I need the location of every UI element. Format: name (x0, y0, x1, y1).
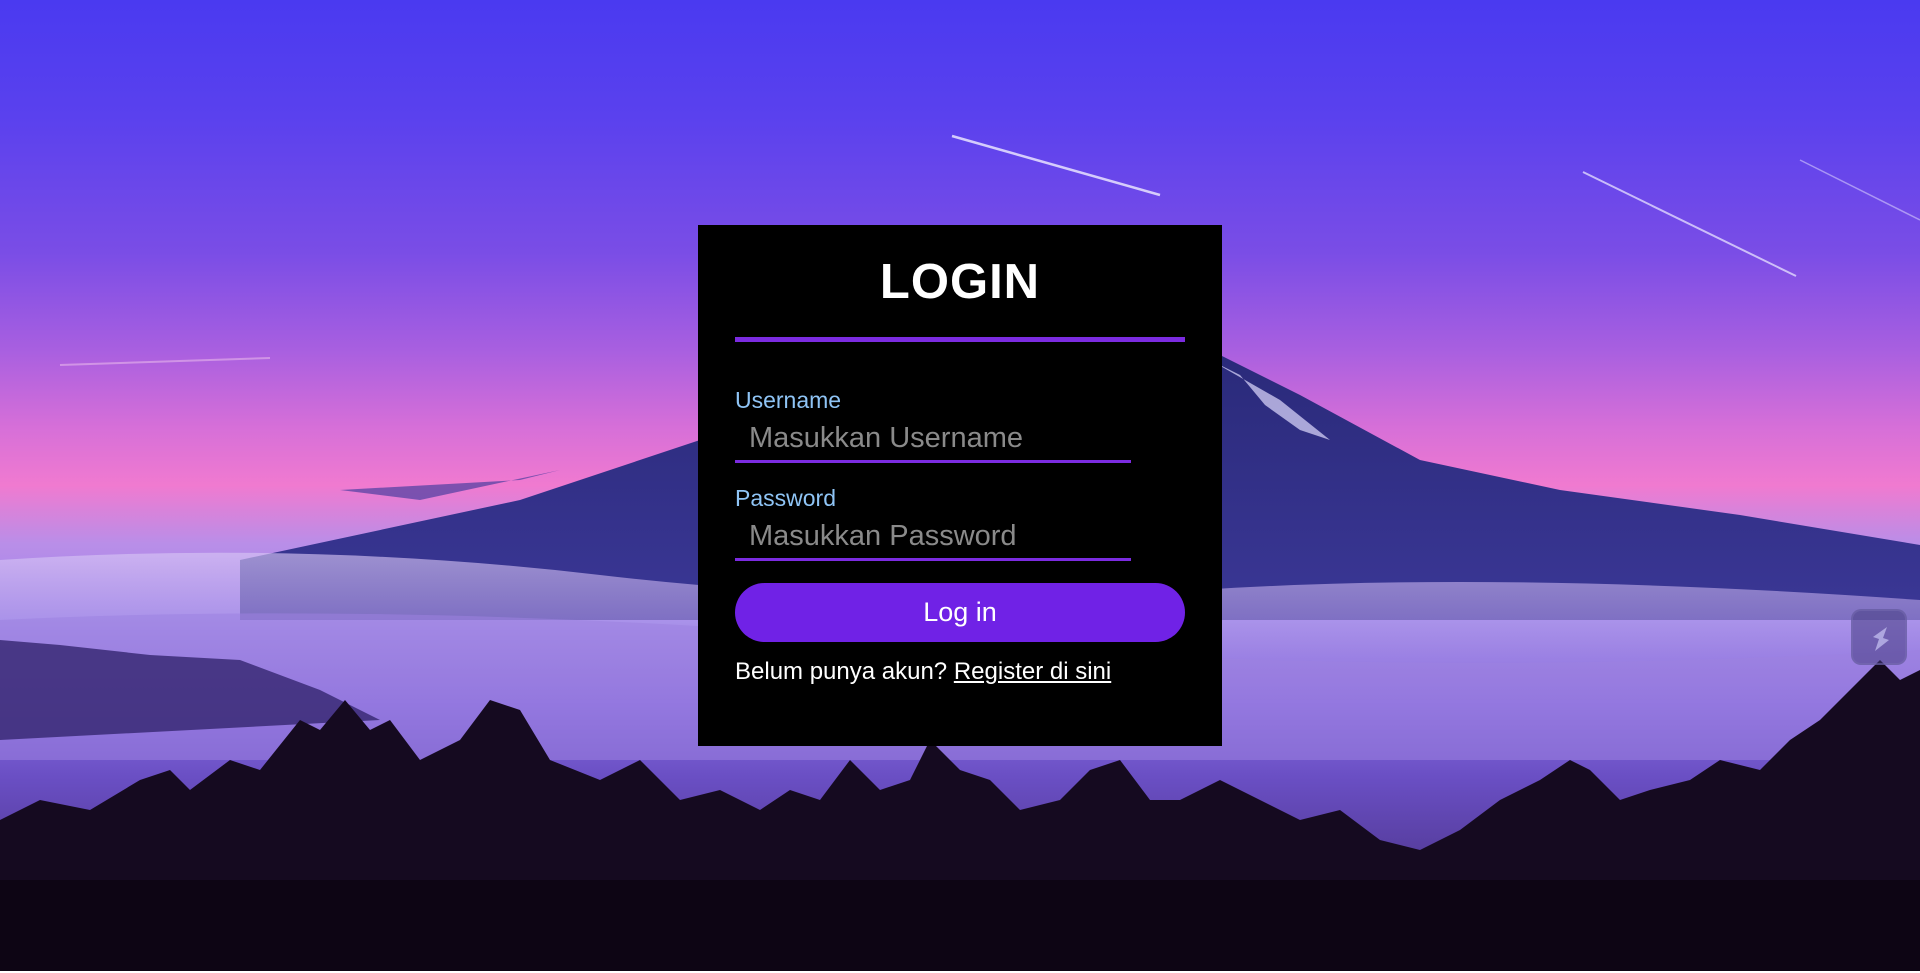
password-input[interactable] (735, 515, 1131, 561)
register-prompt-line: Belum punya akun? Register di sini (735, 658, 1185, 686)
title-divider (735, 337, 1185, 342)
login-button[interactable]: Log in (735, 583, 1185, 642)
register-link[interactable]: Register di sini (954, 658, 1111, 685)
extension-widget-button[interactable] (1851, 609, 1907, 665)
username-input[interactable] (735, 417, 1131, 463)
password-label: Password (735, 485, 836, 511)
extension-icon (1873, 627, 1889, 651)
username-field-group: Username (735, 387, 1131, 463)
password-field-group: Password (735, 485, 1131, 561)
login-card: LOGIN Username Password Log in Belum pun… (698, 225, 1222, 746)
login-title: LOGIN (879, 255, 1041, 309)
register-prompt-text: Belum punya akun? (735, 658, 948, 685)
username-label: Username (735, 387, 842, 413)
